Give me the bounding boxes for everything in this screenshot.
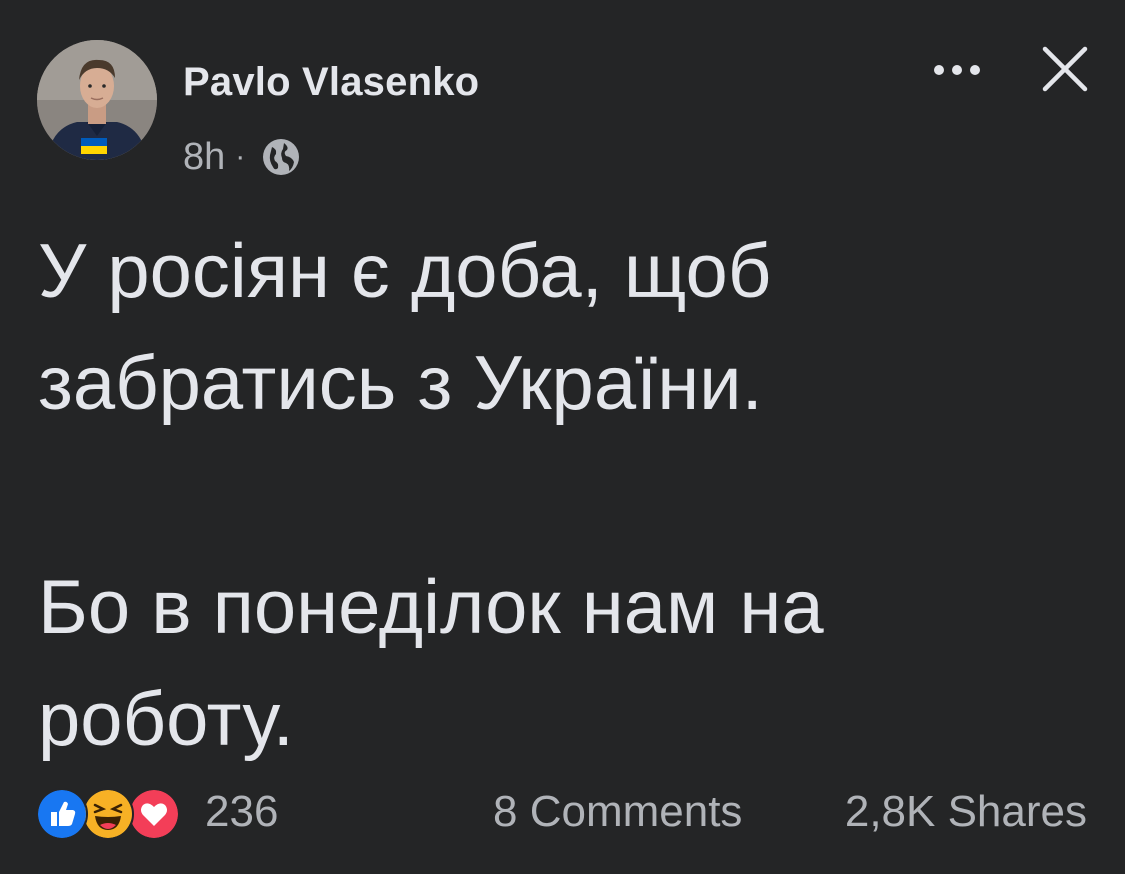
post-text-line: Бо в понеділок нам на [38,565,824,650]
haha-reaction-icon [82,788,134,840]
meta-separator: · [235,140,246,173]
post-text: У росіян є доба, щоб забратись з України… [38,216,1078,776]
post-text-line: роботу. [38,677,294,762]
comments-link[interactable]: 8 Comments [493,790,742,834]
avatar[interactable] [37,40,157,160]
shares-link[interactable]: 2,8K Shares [845,790,1087,834]
more-options-icon [934,65,980,75]
close-icon [1042,46,1088,92]
close-button[interactable] [1034,38,1096,100]
post-time[interactable]: 8h [183,138,225,176]
post-footer: 236 8 Comments 2,8K Shares [0,780,1125,844]
more-options-button[interactable] [925,50,989,90]
post-meta: 8h · [183,134,303,180]
post-text-line: забратись з України. [38,341,763,426]
reactions-summary[interactable] [36,788,186,840]
like-reaction-icon [36,788,88,840]
post-text-line: У росіян є доба, щоб [38,229,772,314]
globe-icon[interactable] [259,135,303,179]
post-card: Pavlo Vlasenko 8h · У росіян є доба, щоб… [0,0,1125,874]
reaction-count[interactable]: 236 [205,790,278,834]
love-reaction-icon [128,788,180,840]
avatar-photo [37,40,157,160]
author-name[interactable]: Pavlo Vlasenko [183,62,479,102]
